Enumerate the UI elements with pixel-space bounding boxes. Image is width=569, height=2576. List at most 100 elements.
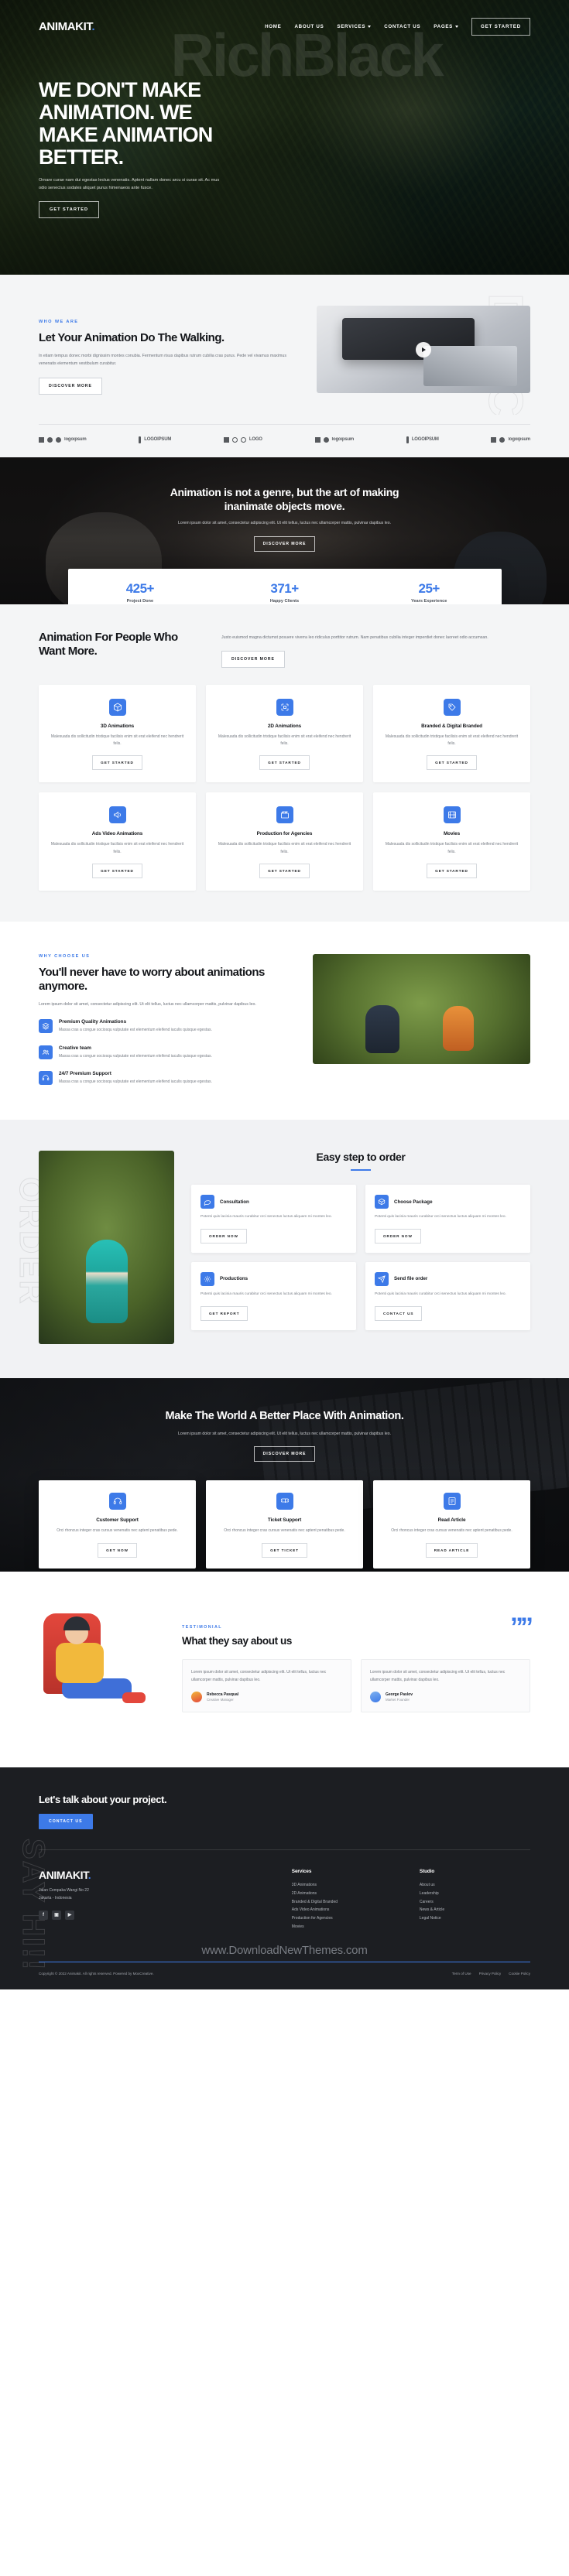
footer-contact-us-button[interactable]: CONTACT US: [39, 1814, 93, 1830]
feature-desc: Massa cras a congue sociosqu vulputate e…: [59, 1053, 212, 1059]
testimonial-role: Market Founder: [386, 1698, 410, 1702]
step-card[interactable]: Choose Package Potenti quis lacinia maur…: [365, 1185, 530, 1253]
square-icon: [314, 436, 320, 443]
services-section: Animation For People Who Want More. Just…: [0, 604, 569, 922]
square-icon: [223, 436, 229, 443]
service-cta-button[interactable]: GET STARTED: [92, 863, 142, 878]
service-cta-button[interactable]: GET STARTED: [427, 755, 477, 771]
step-card[interactable]: Consultation Potenti quis lacinia mauris…: [191, 1185, 356, 1253]
feature-desc: Massa cras a congue sociosqu vulputate e…: [59, 1079, 212, 1084]
steps-divider: [351, 1169, 371, 1172]
services-discover-more-button[interactable]: DISCOVER MORE: [221, 650, 285, 668]
client-logo-label: logoipsum: [331, 437, 355, 443]
hero-section: RichBlack ANIMAKIT. HOME ABOUT US SERVIC…: [0, 0, 569, 275]
cta-card-button[interactable]: READ ARTICLE: [425, 1542, 478, 1558]
stat-number: 25+: [418, 580, 440, 596]
nav-item-contact-us[interactable]: CONTACT US: [384, 24, 420, 29]
footer-link[interactable]: Branded & Digital Branded: [292, 1898, 403, 1907]
cta-paragraph: Lorem ipsum dolor sit amet, consectetur …: [177, 1431, 392, 1436]
cta-card[interactable]: Read Article Orci rhoncus integer cras c…: [373, 1480, 530, 1569]
testimonial-role: Creative Manager: [207, 1698, 234, 1702]
instagram-icon[interactable]: ▣: [52, 1910, 61, 1920]
nav-item-services[interactable]: SERVICES: [337, 24, 372, 29]
cta-card[interactable]: Customer Support Orci rhoncus integer cr…: [39, 1480, 196, 1569]
person-shoe-shape: [122, 1692, 146, 1704]
who-discover-more-button[interactable]: DISCOVER MORE: [39, 377, 102, 395]
why-text-block: WHY CHOOSE US You'll never have to worry…: [39, 954, 294, 1086]
client-logos-section: logoipsum LOGOIPSUM LOGO logoipsum LOGOI…: [0, 414, 569, 457]
chevron-down-icon: [368, 25, 372, 28]
feature-title: Creative team: [59, 1045, 91, 1051]
step-cta-button[interactable]: CONTACT US: [375, 1305, 423, 1321]
cta-card-desc: Orci rhoncus integer cras cursus venenat…: [391, 1528, 512, 1534]
footer-link[interactable]: Leadership: [420, 1890, 530, 1898]
service-title: Branded & Digital Branded: [421, 723, 482, 729]
order-steps-section: ORDER Easy step to order Consultation Po…: [0, 1120, 569, 1379]
stat-number: 371+: [270, 580, 299, 596]
footer-logo[interactable]: ANIMAKIT.: [39, 1869, 275, 1881]
nav-item-about-us[interactable]: ABOUT US: [294, 24, 324, 29]
service-cta-button[interactable]: GET STARTED: [92, 755, 142, 771]
service-card[interactable]: Branded & Digital Branded Malesuada dis …: [373, 684, 530, 783]
services-paragraph: Justo euismod magna dictumst posuere viv…: [221, 635, 488, 640]
youtube-icon[interactable]: ▶: [65, 1910, 74, 1920]
footer-link[interactable]: About us: [420, 1881, 530, 1890]
service-desc: Malesuada dis sollicitudin tristique fac…: [50, 734, 184, 747]
service-card[interactable]: Movies Malesuada dis sollicitudin tristi…: [373, 792, 530, 891]
footer-column-services: Services 3D Animations 2D Animations Bra…: [292, 1869, 403, 1931]
nav-item-home[interactable]: HOME: [265, 24, 281, 29]
service-card[interactable]: 2D Animations Malesuada dis sollicitudin…: [206, 684, 363, 783]
footer-link[interactable]: 3D Animations: [292, 1881, 403, 1890]
client-logo: LOGOIPSUM: [406, 436, 439, 443]
footer-legal-link[interactable]: Cookie Policy: [509, 1972, 530, 1976]
service-cta-button[interactable]: GET STARTED: [259, 755, 310, 771]
cta-card[interactable]: Ticket Support Orci rhoncus integer cras…: [206, 1480, 363, 1569]
testimonial-name: George Paslov: [386, 1692, 413, 1698]
frame-icon: [276, 698, 293, 716]
footer-link[interactable]: Legal Notice: [420, 1914, 530, 1923]
site-logo[interactable]: ANIMAKIT.: [39, 20, 95, 33]
facebook-icon[interactable]: f: [39, 1910, 48, 1920]
service-card[interactable]: 3D Animations Malesuada dis sollicitudin…: [39, 684, 196, 783]
footer-link[interactable]: Careers: [420, 1898, 530, 1907]
service-desc: Malesuada dis sollicitudin tristique fac…: [385, 842, 519, 854]
cta-card-button[interactable]: GET NOW: [98, 1542, 137, 1558]
testimonial-illustration: [39, 1601, 166, 1736]
avatar: [191, 1692, 202, 1703]
client-logo: logoipsum: [491, 436, 530, 443]
testimonial-title: What they say about us: [182, 1635, 292, 1647]
page-root: RichBlack ANIMAKIT. HOME ABOUT US SERVIC…: [0, 0, 569, 1990]
footer-link[interactable]: 2D Animations: [292, 1890, 403, 1898]
footer-link[interactable]: Movies: [292, 1923, 403, 1931]
cta-card-button[interactable]: GET TICKET: [262, 1542, 307, 1558]
nav-get-started-button[interactable]: GET STARTED: [471, 17, 530, 36]
footer-link[interactable]: Production for Agencies: [292, 1914, 403, 1923]
footer-legal-link[interactable]: Privacy Policy: [479, 1972, 502, 1976]
quote-mark-icon: ””: [510, 1613, 533, 1643]
cta-discover-more-button[interactable]: DISCOVER MORE: [253, 1446, 316, 1462]
hero-get-started-button[interactable]: GET STARTED: [39, 201, 100, 219]
cta-card-title: Read Article: [437, 1517, 466, 1524]
play-icon[interactable]: [415, 341, 431, 357]
footer-legal-link[interactable]: Term of Use: [452, 1972, 471, 1976]
testimonial-eyebrow: TESTIMONIAL: [182, 1625, 222, 1630]
step-card[interactable]: Productions Potenti quis lacinia mauris …: [191, 1261, 356, 1330]
step-cta-button[interactable]: GET REPORT: [201, 1305, 249, 1321]
step-cta-button[interactable]: ORDER NOW: [375, 1228, 421, 1244]
client-logo: logoipsum: [39, 436, 87, 443]
footer-link[interactable]: Ads Video Animations: [292, 1906, 403, 1914]
service-card[interactable]: Ads Video Animations Malesuada dis solli…: [39, 792, 196, 891]
step-card[interactable]: Send file order Potenti quis lacinia mau…: [365, 1261, 530, 1330]
service-card[interactable]: Production for Agencies Malesuada dis so…: [206, 792, 363, 891]
feature-item: Premium Quality Animations Massa cras a …: [39, 1019, 294, 1034]
site-footer: SAY HI!! Let's talk about your project. …: [0, 1767, 569, 1990]
nav-item-pages[interactable]: PAGES: [434, 24, 458, 29]
service-cta-button[interactable]: GET STARTED: [427, 863, 477, 878]
quote-discover-more-button[interactable]: DISCOVER MORE: [253, 535, 316, 552]
service-cta-button[interactable]: GET STARTED: [259, 863, 310, 878]
step-cta-button[interactable]: ORDER NOW: [201, 1228, 247, 1244]
footer-link[interactable]: News & Article: [420, 1906, 530, 1914]
step-desc: Potenti quis lacinia mauris curabitur or…: [201, 1291, 332, 1296]
who-text-block: WHO WE ARE Let Your Animation Do The Wal…: [39, 306, 300, 395]
footer-address-line-1: Jalan Cempaka Wangi No 22: [39, 1888, 89, 1894]
